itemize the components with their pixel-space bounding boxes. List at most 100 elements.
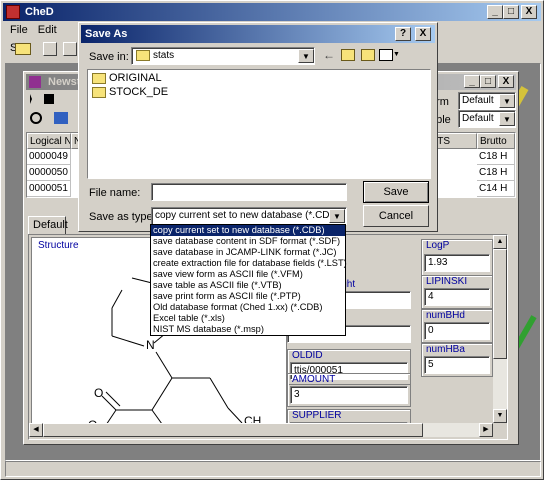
numbha-value: 5: [428, 359, 434, 370]
save-in-label: Save in:: [89, 51, 129, 63]
back-arrow-icon[interactable]: ←: [323, 49, 335, 61]
form-vscrollbar[interactable]: ▲ ▼: [493, 235, 507, 423]
app-icon: [6, 5, 20, 19]
menu-edit[interactable]: Edit: [33, 21, 62, 39]
lipinski-label: LIPINSKI: [426, 276, 468, 287]
save-as-type-select[interactable]: copy current set to new database (*.CDB): [151, 207, 347, 225]
scroll-thumb[interactable]: [493, 249, 507, 359]
new-folder-icon[interactable]: [361, 49, 375, 61]
toolbar-button-3[interactable]: [63, 42, 77, 56]
target-icon[interactable]: [30, 112, 42, 124]
child-maximize-button[interactable]: □: [480, 75, 496, 88]
dropdown-option-old-cdb[interactable]: Old database format (Ched 1.xx) (*.CDB): [151, 302, 345, 313]
cancel-button[interactable]: Cancel: [363, 205, 429, 227]
atom-label-o2: O: [94, 386, 104, 400]
dropdown-option-msp[interactable]: NIST MS database (*.msp): [151, 324, 345, 335]
table-cell-brutto[interactable]: C14 H: [477, 181, 515, 197]
col-header-logical[interactable]: Logical N.: [27, 133, 71, 149]
child-minimize-button[interactable]: _: [464, 75, 480, 88]
oldid-label: OLDID: [292, 350, 323, 361]
table-select-arrow[interactable]: ▼: [499, 112, 515, 126]
table-cell-brutto[interactable]: C18 H: [477, 149, 515, 165]
toolbar-button-2[interactable]: [43, 42, 57, 56]
up-folder-icon[interactable]: [341, 49, 355, 61]
save-as-type-value: copy current set to new database (*.CDB): [155, 210, 340, 221]
tab-default-label: Default: [33, 219, 68, 231]
save-as-type-label: Save as type:: [89, 211, 156, 223]
table-row[interactable]: 0000049: [27, 149, 71, 165]
supplier-label: SUPPLIER: [292, 410, 342, 421]
database-icon: [29, 76, 41, 88]
table-select-value: Default: [462, 113, 494, 124]
logp-value: 1.93: [428, 257, 448, 268]
table-row[interactable]: 0000050: [27, 165, 71, 181]
tab-default[interactable]: Default: [28, 216, 68, 234]
folder-open-icon[interactable]: [15, 43, 31, 55]
atom-label-n: N: [146, 338, 155, 352]
maximize-button[interactable]: □: [503, 5, 519, 19]
form-select-value: Default: [462, 95, 494, 106]
save-in-select[interactable]: stats: [131, 47, 315, 65]
scroll-down-button[interactable]: ▼: [493, 409, 507, 423]
numbhd-field[interactable]: 0: [424, 322, 490, 340]
scroll-left-button[interactable]: ◀: [29, 423, 43, 437]
save-as-type-dropdown[interactable]: copy current set to new database (*.CDB)…: [150, 224, 347, 336]
col-header-brutto[interactable]: Brutto: [477, 133, 515, 149]
view-menu-icon[interactable]: [379, 49, 393, 61]
dialog-close-button[interactable]: X: [415, 27, 431, 41]
minimize-button[interactable]: _: [487, 5, 503, 19]
folder-name: STOCK_DE: [109, 86, 169, 98]
numbhd-group: numBHd 0: [421, 309, 493, 343]
numbha-group: numHBa 5: [421, 343, 493, 377]
logp-field[interactable]: 1.93: [424, 254, 490, 272]
file-list[interactable]: ORIGINAL STOCK_DE: [87, 69, 431, 179]
first-record-icon[interactable]: [30, 94, 40, 104]
close-button[interactable]: X: [521, 5, 537, 19]
edit-icon[interactable]: [54, 112, 68, 124]
logp-label: LogP: [426, 240, 450, 251]
save-as-type-arrow[interactable]: ▼: [329, 209, 345, 223]
save-in-value: stats: [153, 50, 175, 61]
save-button[interactable]: Save: [363, 181, 429, 203]
form-hscrollbar[interactable]: ◀ ▶: [29, 423, 493, 437]
menu-bar: FileEditSea: [5, 21, 85, 54]
lipinski-group: LIPINSKI 4: [421, 275, 493, 309]
status-bar: [5, 461, 541, 477]
amount-label: AMOUNT: [292, 374, 336, 385]
amount-field[interactable]: 3: [290, 386, 408, 404]
save-as-dialog: Save As ? X Save in: stats ▼ ← ▼ ORIGINA…: [78, 22, 438, 232]
lipinski-field[interactable]: 4: [424, 288, 490, 306]
prev-record-icon[interactable]: [44, 94, 54, 104]
dropdown-option-cdb[interactable]: copy current set to new database (*.CDB): [151, 225, 345, 236]
hscroll-thumb[interactable]: [43, 423, 423, 437]
dropdown-option-xls[interactable]: Excel table (*.xls): [151, 313, 345, 324]
file-name-input[interactable]: [151, 183, 347, 201]
list-item[interactable]: STOCK_DE: [92, 86, 168, 98]
file-name-label: File name:: [89, 187, 141, 199]
dropdown-option-sdf[interactable]: save database content in SDF format (*.S…: [151, 236, 345, 247]
numbha-label: numHBa: [426, 344, 465, 355]
form-select-arrow[interactable]: ▼: [499, 94, 515, 108]
view-menu-arrow-icon[interactable]: ▼: [393, 51, 400, 58]
scroll-up-button[interactable]: ▲: [493, 235, 507, 249]
save-as-titlebar: Save As: [81, 25, 435, 43]
numbhd-label: numBHd: [426, 310, 465, 321]
dropdown-option-lst[interactable]: create extraction file for database fiel…: [151, 258, 347, 269]
main-titlebar: CheD: [3, 3, 541, 21]
app-title: CheD: [25, 6, 54, 18]
dropdown-option-vtb[interactable]: save table as ASCII file (*.VTB): [151, 280, 345, 291]
scroll-right-button[interactable]: ▶: [479, 423, 493, 437]
table-row[interactable]: 0000051: [27, 181, 71, 197]
child-close-button[interactable]: X: [498, 75, 514, 88]
dropdown-option-vfm[interactable]: save view form as ASCII file (*.VFM): [151, 269, 345, 280]
folder-icon: [92, 86, 106, 98]
save-in-arrow[interactable]: ▼: [298, 49, 314, 63]
menu-file[interactable]: File: [5, 21, 33, 39]
dropdown-option-ptp[interactable]: save print form as ASCII file (*.PTP): [151, 291, 345, 302]
numbha-field[interactable]: 5: [424, 356, 490, 374]
toolbar: [5, 39, 83, 61]
help-button[interactable]: ?: [395, 27, 411, 41]
dropdown-option-jc[interactable]: save database in JCAMP-LINK format (*.JC…: [151, 247, 345, 258]
list-item[interactable]: ORIGINAL: [92, 72, 162, 84]
table-cell-brutto[interactable]: C18 H: [477, 165, 515, 181]
